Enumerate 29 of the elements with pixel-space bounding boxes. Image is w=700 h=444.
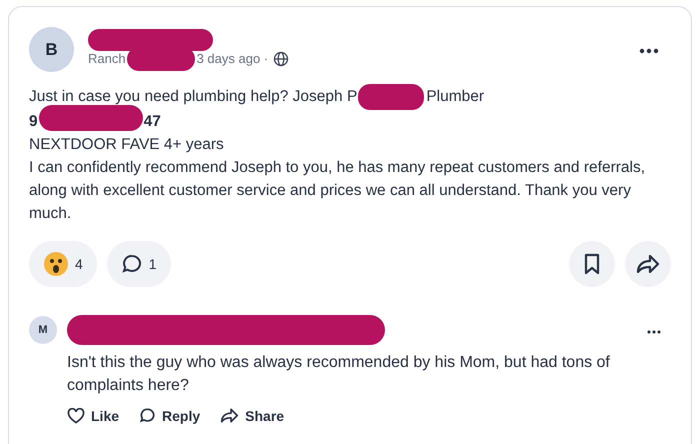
post-text: Just in case you need plumbing help? Joseph P: [29, 88, 358, 106]
reply-button[interactable]: Reply: [139, 407, 200, 424]
post-text: I can confidently recommend Joseph to you, he has many repeat customers and referrals, along with excellent customer service and prices we can all understand. Thank you very much.: [29, 158, 646, 224]
post-text: NEXTDOOR FAVE 4+ years: [29, 135, 225, 155]
comment-icon: [139, 407, 156, 424]
redaction-mark: [358, 84, 424, 110]
share-icon: [220, 407, 240, 424]
reaction-button[interactable]: 4: [29, 241, 97, 287]
share-icon: [636, 253, 660, 275]
globe-icon: [273, 50, 290, 66]
post-text: 9: [29, 113, 38, 130]
post-time: 3 days ago ·: [196, 51, 268, 66]
bookmark-icon: [583, 253, 601, 275]
like-button[interactable]: Like: [67, 407, 120, 424]
more-options-icon[interactable]: [639, 48, 659, 54]
heart-icon: [67, 408, 85, 424]
location-text: Ranch: [88, 51, 126, 66]
comment-icon: [120, 253, 143, 275]
post-text: 47: [144, 113, 161, 130]
comment-button[interactable]: 1: [106, 241, 171, 287]
author-avatar[interactable]: B: [29, 27, 74, 72]
commenter-avatar[interactable]: M: [29, 316, 57, 344]
more-options-icon[interactable]: [647, 330, 661, 334]
bookmark-button[interactable]: [569, 241, 615, 287]
shocked-face-icon: [43, 251, 69, 277]
comment-text: Isn't this the guy who was always recommended by his Mom, but had tons of complaints here?: [67, 353, 611, 396]
share-button[interactable]: [625, 241, 671, 287]
post-text: Plumber: [426, 88, 484, 106]
share-button[interactable]: Share: [220, 407, 284, 424]
